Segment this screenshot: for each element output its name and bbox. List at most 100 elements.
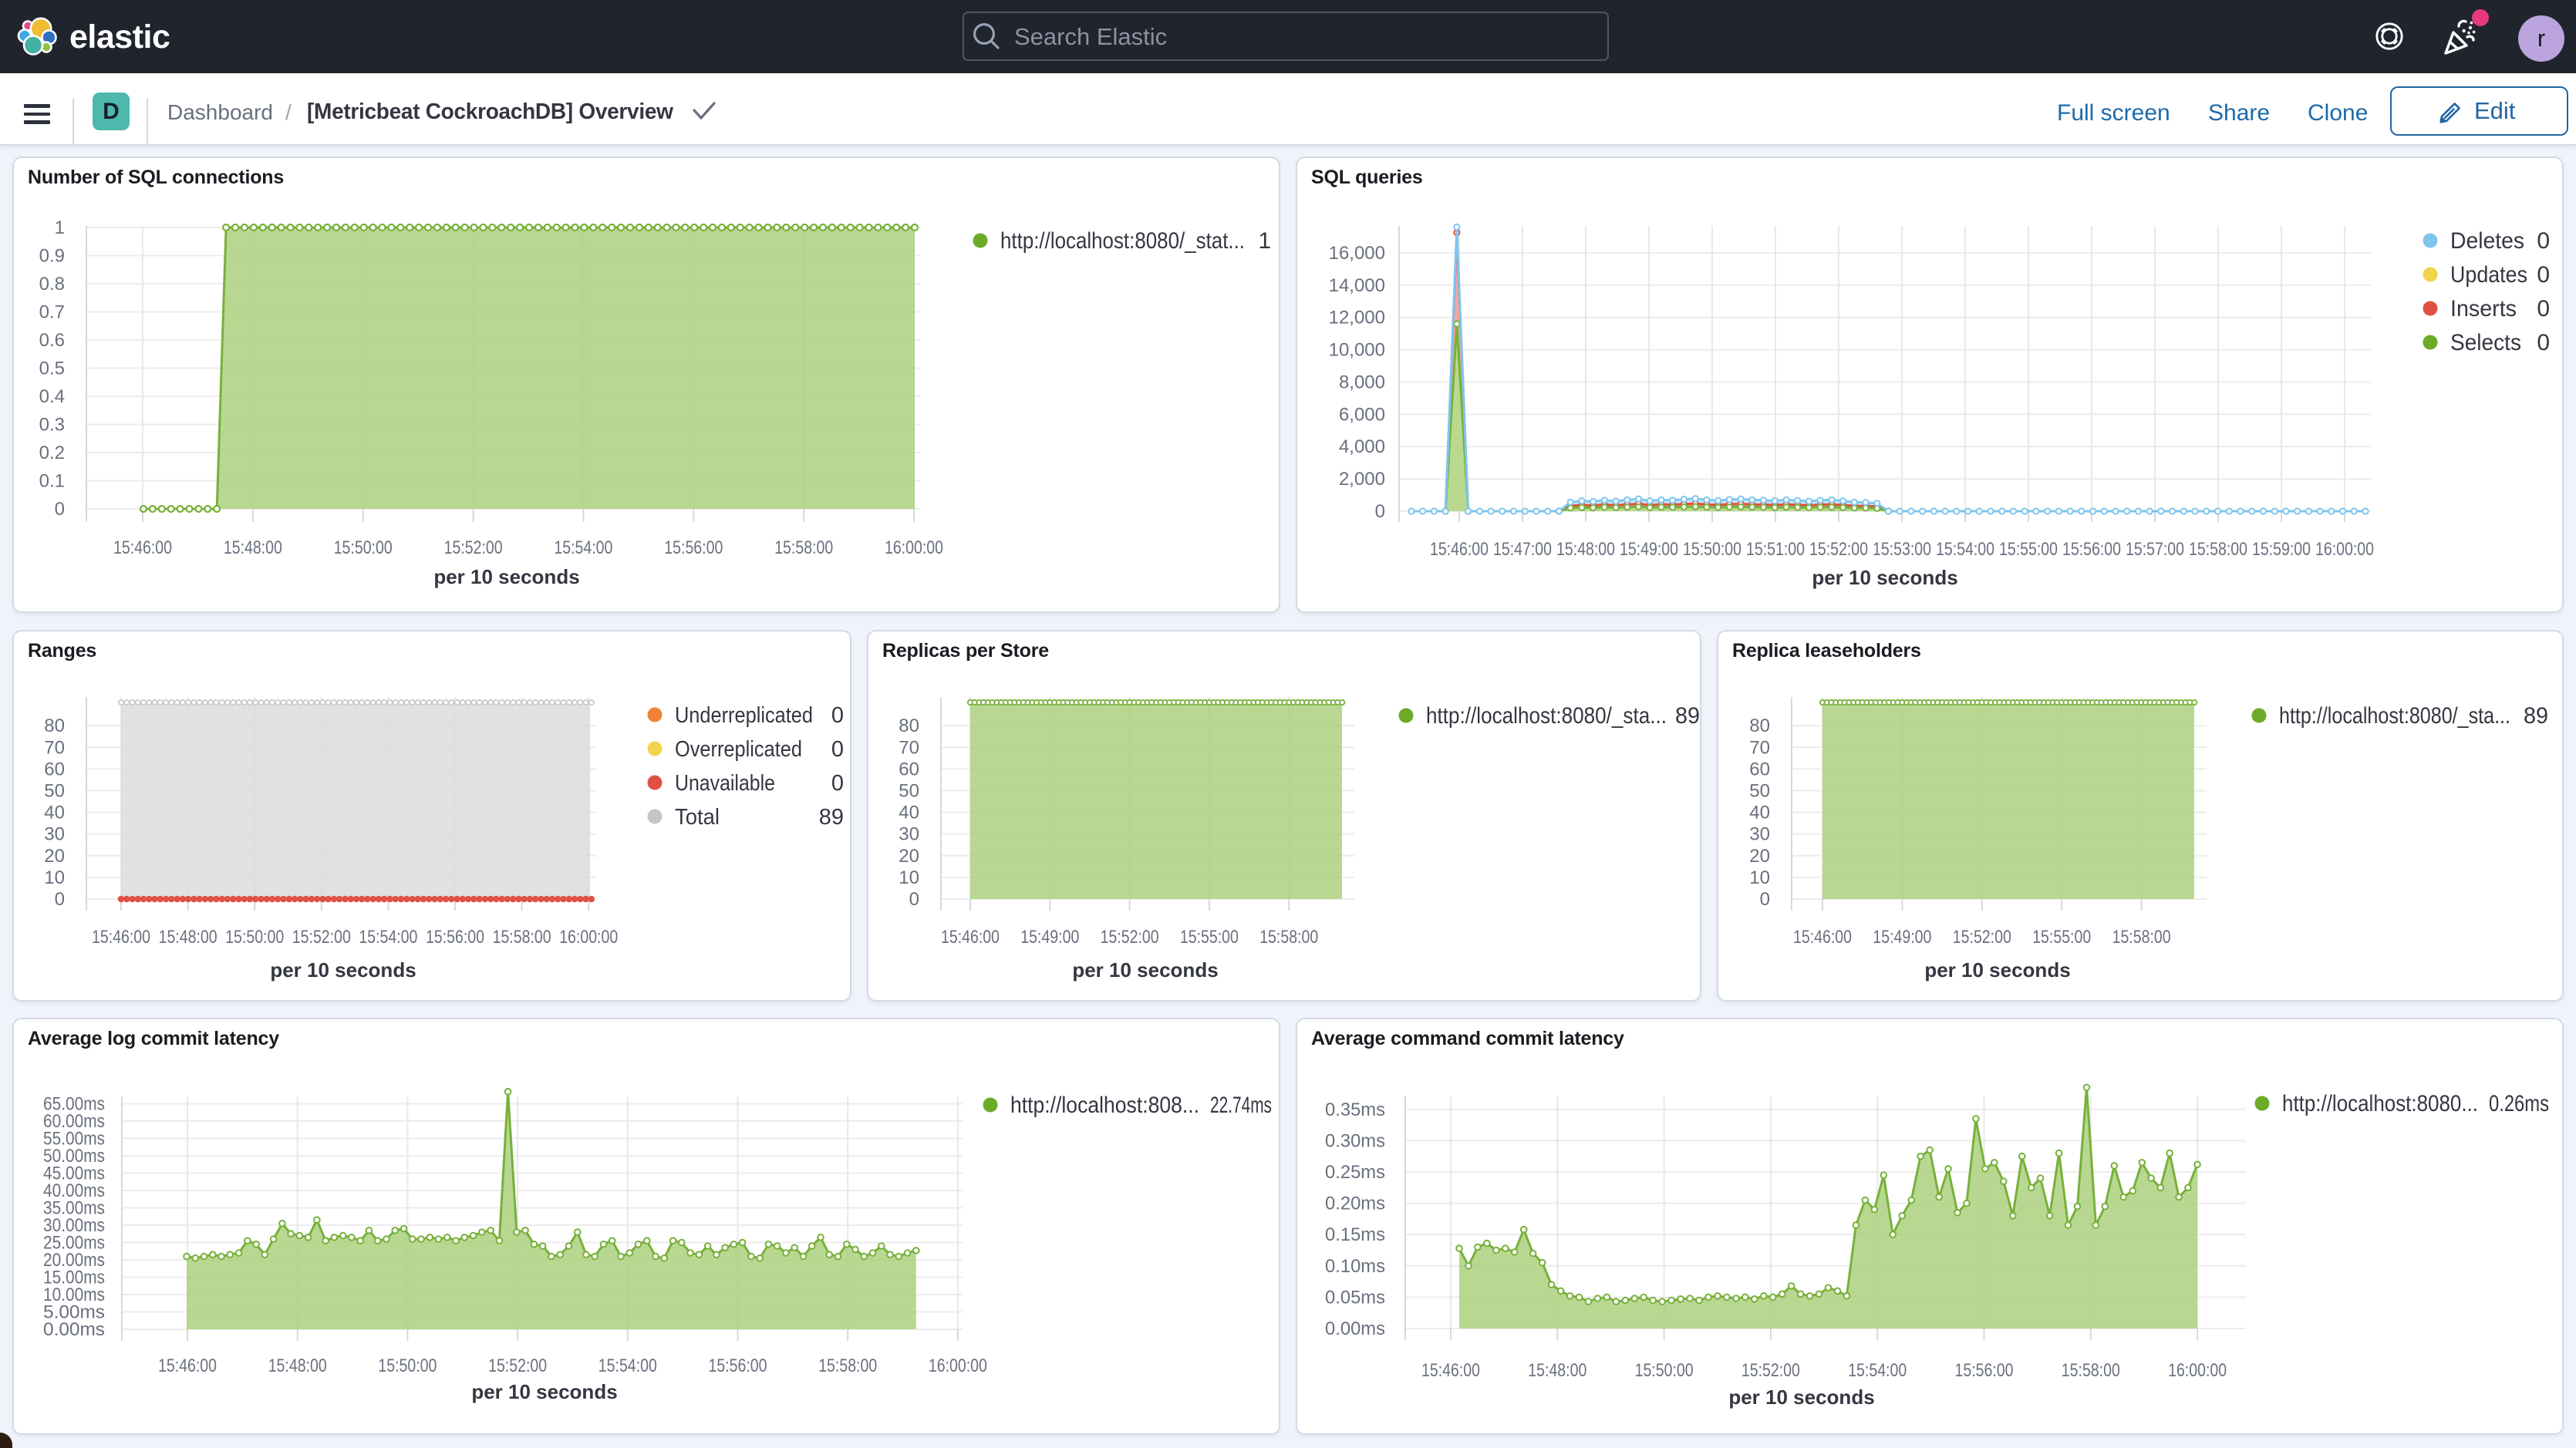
svg-text:15:52:00: 15:52:00 [444, 537, 503, 558]
svg-text:60: 60 [44, 759, 65, 780]
svg-text:15:49:00: 15:49:00 [1020, 927, 1079, 948]
svg-text:15:55:00: 15:55:00 [1180, 927, 1239, 948]
svg-text:per 10 seconds: per 10 seconds [1924, 958, 2070, 982]
svg-text:15:58:00: 15:58:00 [2112, 927, 2171, 948]
svg-text:30: 30 [899, 824, 919, 845]
svg-text:15:50:00: 15:50:00 [334, 537, 393, 558]
svg-text:http://localhost:8080...: http://localhost:8080... [2282, 1091, 2478, 1116]
svg-text:Inserts: Inserts [2450, 296, 2517, 322]
svg-text:15:49:00: 15:49:00 [1873, 927, 1931, 948]
svg-text:15:59:00: 15:59:00 [2252, 539, 2311, 560]
svg-text:15:52:00: 15:52:00 [1741, 1360, 1800, 1381]
svg-text:15:47:00: 15:47:00 [1493, 539, 1552, 560]
svg-text:0.1: 0.1 [39, 471, 65, 492]
svg-text:16:00:00: 16:00:00 [929, 1355, 987, 1376]
svg-text:15:56:00: 15:56:00 [664, 537, 723, 558]
svg-text:http://localhost:8080/_sta...: http://localhost:8080/_sta... [2279, 703, 2510, 729]
svg-text:89: 89 [1675, 703, 1700, 729]
svg-text:4,000: 4,000 [1339, 436, 1385, 457]
svg-text:40: 40 [1749, 803, 1770, 823]
svg-text:Updates: Updates [2450, 262, 2527, 288]
svg-text:http://localhost:8080/_stat...: http://localhost:8080/_stat... [1000, 228, 1245, 254]
svg-text:6,000: 6,000 [1339, 404, 1385, 425]
svg-text:50: 50 [1749, 781, 1770, 802]
svg-text:14,000: 14,000 [1329, 275, 1385, 296]
svg-text:15:58:00: 15:58:00 [774, 537, 833, 558]
svg-text:16:00:00: 16:00:00 [2168, 1360, 2227, 1381]
svg-text:0.3: 0.3 [39, 415, 65, 436]
svg-text:15:56:00: 15:56:00 [2062, 539, 2121, 560]
svg-text:50: 50 [44, 781, 65, 802]
svg-text:15:46:00: 15:46:00 [158, 1355, 217, 1376]
svg-text:15:52:00: 15:52:00 [1809, 539, 1868, 560]
svg-text:15:55:00: 15:55:00 [1999, 539, 2058, 560]
svg-text:15:54:00: 15:54:00 [359, 927, 417, 948]
svg-text:40: 40 [44, 803, 65, 823]
svg-text:15:52:00: 15:52:00 [1101, 927, 1159, 948]
svg-text:0: 0 [831, 737, 844, 762]
svg-text:per 10 seconds: per 10 seconds [471, 1380, 617, 1403]
svg-text:40: 40 [899, 803, 919, 823]
svg-text:0.4: 0.4 [39, 386, 65, 407]
svg-text:70: 70 [44, 737, 65, 758]
svg-text:15:54:00: 15:54:00 [598, 1355, 657, 1376]
svg-text:per 10 seconds: per 10 seconds [1072, 958, 1218, 982]
svg-text:60: 60 [1749, 759, 1770, 780]
svg-text:0: 0 [1375, 501, 1385, 522]
svg-text:15:46:00: 15:46:00 [941, 927, 1000, 948]
svg-text:8,000: 8,000 [1339, 372, 1385, 393]
svg-text:0.2: 0.2 [39, 443, 65, 463]
svg-text:15:50:00: 15:50:00 [378, 1355, 437, 1376]
svg-text:16:00:00: 16:00:00 [2315, 539, 2374, 560]
svg-text:15:52:00: 15:52:00 [292, 927, 351, 948]
svg-text:15:46:00: 15:46:00 [1421, 1360, 1480, 1381]
svg-text:Unavailable: Unavailable [675, 771, 775, 796]
svg-text:10: 10 [44, 867, 65, 888]
svg-text:15:54:00: 15:54:00 [554, 537, 612, 558]
svg-text:0: 0 [2537, 296, 2550, 322]
svg-text:65.00ms: 65.00ms [43, 1094, 105, 1115]
svg-text:per 10 seconds: per 10 seconds [1812, 566, 1957, 589]
svg-text:Underreplicated: Underreplicated [675, 703, 813, 728]
svg-text:0.10ms: 0.10ms [1325, 1256, 1385, 1277]
svg-text:15:56:00: 15:56:00 [1955, 1360, 2014, 1381]
svg-text:0.5: 0.5 [39, 359, 65, 379]
svg-text:per 10 seconds: per 10 seconds [433, 565, 579, 588]
svg-text:0: 0 [2537, 262, 2550, 288]
svg-text:0: 0 [55, 499, 65, 520]
svg-text:30: 30 [1749, 824, 1770, 845]
svg-text:1: 1 [55, 217, 65, 238]
svg-text:Overreplicated: Overreplicated [675, 737, 802, 762]
svg-text:15:50:00: 15:50:00 [1683, 539, 1741, 560]
svg-text:10: 10 [1749, 867, 1770, 888]
svg-text:Total: Total [675, 805, 720, 830]
svg-text:15:51:00: 15:51:00 [1746, 539, 1805, 560]
svg-text:15:46:00: 15:46:00 [113, 537, 172, 558]
svg-text:16,000: 16,000 [1329, 243, 1385, 264]
svg-text:15:49:00: 15:49:00 [1620, 539, 1678, 560]
svg-text:per 10 seconds: per 10 seconds [1728, 1386, 1874, 1409]
svg-text:15:46:00: 15:46:00 [92, 927, 150, 948]
svg-text:60: 60 [899, 759, 919, 780]
svg-text:15:54:00: 15:54:00 [1936, 539, 1994, 560]
svg-text:15:56:00: 15:56:00 [426, 927, 484, 948]
svg-text:15:52:00: 15:52:00 [1953, 927, 2011, 948]
svg-text:0: 0 [2537, 330, 2550, 355]
svg-text:15:52:00: 15:52:00 [488, 1355, 547, 1376]
svg-text:Selects: Selects [2450, 330, 2521, 355]
svg-text:0.6: 0.6 [39, 330, 65, 351]
svg-text:0.7: 0.7 [39, 302, 65, 323]
svg-text:15:58:00: 15:58:00 [2062, 1360, 2120, 1381]
svg-text:15:55:00: 15:55:00 [2032, 927, 2091, 948]
svg-text:15:46:00: 15:46:00 [1430, 539, 1489, 560]
svg-text:70: 70 [1749, 737, 1770, 758]
svg-text:0.26ms: 0.26ms [2489, 1091, 2549, 1116]
svg-text:80: 80 [899, 716, 919, 736]
svg-text:70: 70 [899, 737, 919, 758]
svg-text:0: 0 [2537, 228, 2550, 254]
svg-text:20: 20 [44, 846, 65, 867]
svg-text:10: 10 [899, 867, 919, 888]
svg-text:0.30ms: 0.30ms [1325, 1130, 1385, 1151]
svg-text:0: 0 [831, 703, 844, 728]
svg-text:22.74ms: 22.74ms [1210, 1093, 1272, 1118]
